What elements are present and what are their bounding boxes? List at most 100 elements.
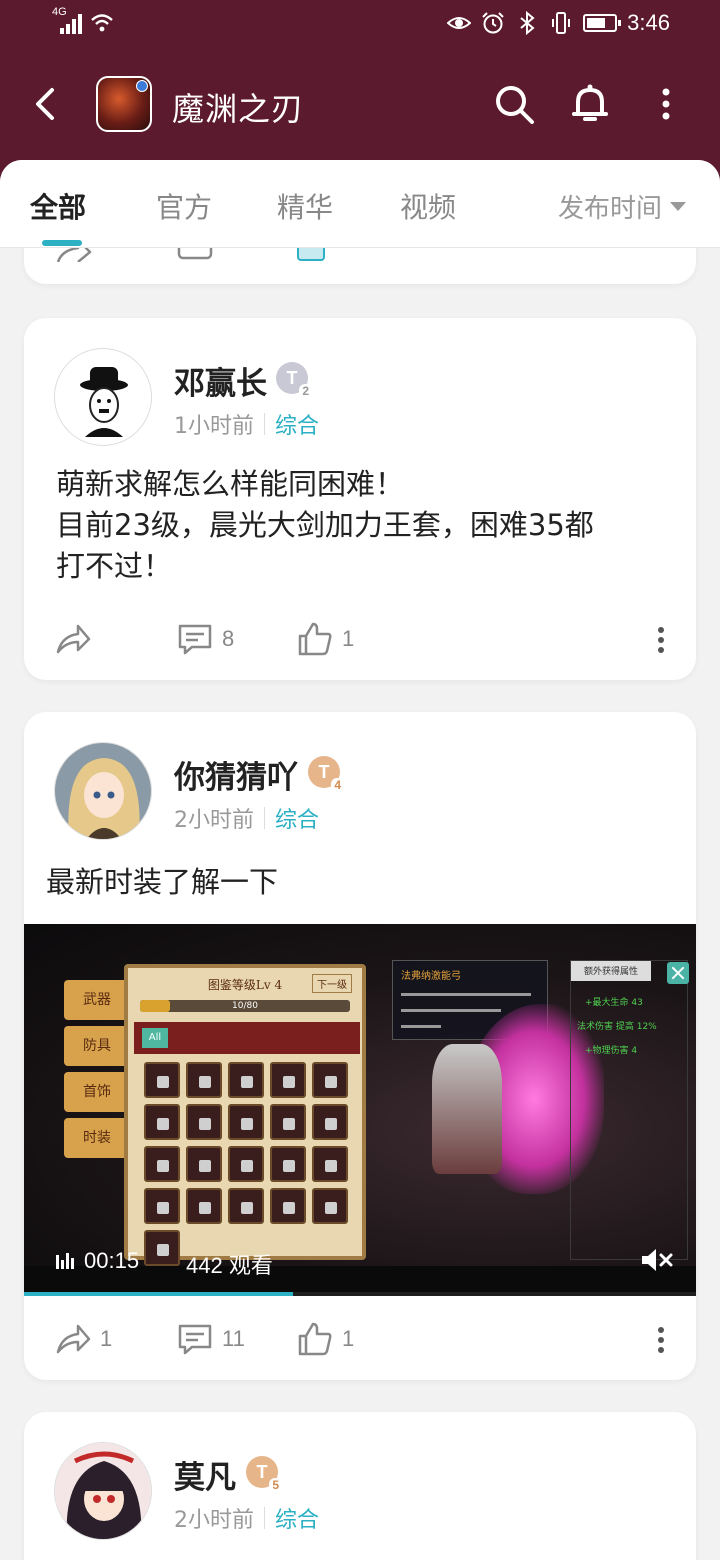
comment-count: 11 <box>222 1326 245 1351</box>
tab-all[interactable]: 全部 <box>30 186 86 226</box>
username[interactable]: 邓赢长 <box>174 358 267 403</box>
tab-official[interactable]: 官方 <box>156 186 212 226</box>
user-level-badge: T 5 <box>246 1456 282 1492</box>
video-duration: 00:15 <box>56 1248 139 1274</box>
game-tab-label: 时装 <box>64 1118 130 1158</box>
post-time: 1小时前 <box>174 414 254 439</box>
share-button[interactable]: 1 <box>54 1320 112 1358</box>
username[interactable]: 你猜猜吖 <box>174 752 298 797</box>
like-count: 1 <box>342 1326 355 1351</box>
comment-count: 8 <box>222 626 235 651</box>
game-close-icon <box>667 962 689 984</box>
tab-featured[interactable]: 精华 <box>277 186 333 226</box>
comment-button[interactable]: 8 <box>176 620 234 658</box>
badge-level: 4 <box>331 778 344 792</box>
like-count: 1 <box>342 626 355 651</box>
content-panel: 全部 官方 精华 视频 发布时间 邓赢长 T 2 1小时前 综合 萌新求解怎么样… <box>0 160 720 1560</box>
nav-bar: 魔渊之刃 <box>0 60 720 150</box>
username[interactable]: 莫凡 <box>174 1452 236 1497</box>
bluetooth-icon <box>520 11 535 35</box>
tab-video[interactable]: 视频 <box>400 186 456 226</box>
game-stat: +物理伤害 4 <box>585 1046 638 1056</box>
game-stats-title: 额外获得属性 <box>583 967 638 977</box>
sort-label: 发布时间 <box>557 194 662 224</box>
avatar[interactable] <box>54 1442 152 1540</box>
video-player[interactable]: 武器 防具 首饰 时装 图鉴等级Lv 4 下一级 10/80 All 法弗纳激能… <box>24 924 696 1296</box>
video-duration-text: 00:15 <box>84 1248 140 1273</box>
status-bar: 4G 3:46 <box>0 0 720 48</box>
game-tab-label: 武器 <box>64 980 130 1020</box>
post-meta: 2小时前 综合 <box>174 1502 319 1534</box>
post-card[interactable]: 莫凡 T 5 2小时前 综合 <box>24 1412 696 1560</box>
more-options-icon[interactable] <box>656 624 666 656</box>
video-views: 442 观看 <box>186 1253 273 1278</box>
search-icon[interactable] <box>492 82 536 126</box>
comment-button[interactable]: 11 <box>176 1320 245 1358</box>
video-thumbnail: 武器 防具 首饰 时装 图鉴等级Lv 4 下一级 10/80 All 法弗纳激能… <box>24 924 696 1266</box>
post-meta: 2小时前 综合 <box>174 802 319 834</box>
badge-level: 2 <box>299 384 312 398</box>
thumbs-up-icon <box>298 1322 332 1356</box>
game-tab-all: All <box>142 1028 168 1048</box>
like-button[interactable]: 1 <box>296 1320 354 1358</box>
game-stat: +最大生命 43 <box>585 998 643 1008</box>
thumbs-up-icon <box>298 622 332 656</box>
badge-level: 5 <box>269 1478 282 1492</box>
network-type-label: 4G <box>52 6 67 18</box>
badge-letter: T <box>318 762 330 782</box>
game-stat: 法术伤害 提高 12% <box>577 1022 657 1032</box>
game-next-button: 下一级 <box>312 974 352 993</box>
back-arrow-icon[interactable] <box>26 82 66 126</box>
game-popup-title: 法弗纳激能弓 <box>401 971 461 982</box>
video-progress-bar[interactable] <box>24 1292 696 1296</box>
eye-icon <box>447 17 472 29</box>
post-card[interactable]: 你猜猜吖 T 4 2小时前 综合 最新时装了解一下 武器 防具 首饰 时装 图鉴… <box>24 712 696 1380</box>
alarm-icon <box>482 12 504 34</box>
bell-icon[interactable] <box>568 82 612 126</box>
sort-dropdown[interactable]: 发布时间 <box>558 188 686 225</box>
app-icon[interactable] <box>96 76 152 132</box>
comment-icon <box>178 1324 212 1355</box>
post-category[interactable]: 综合 <box>275 408 319 440</box>
share-icon <box>56 1324 91 1354</box>
app-title: 魔渊之刃 <box>172 90 305 128</box>
post-category[interactable]: 综合 <box>275 1502 319 1534</box>
game-progress-text: 10/80 <box>232 1001 258 1011</box>
share-button[interactable] <box>54 620 100 658</box>
more-options-icon[interactable] <box>656 1324 666 1356</box>
comment-icon <box>178 624 212 655</box>
post-time: 2小时前 <box>174 808 254 833</box>
post-actions: 1 11 1 <box>24 1310 696 1370</box>
user-level-badge: T 2 <box>276 362 312 398</box>
badge-letter: T <box>256 1462 268 1482</box>
more-options-icon[interactable] <box>644 82 688 126</box>
post-meta: 1小时前 综合 <box>174 408 319 440</box>
share-count: 1 <box>100 1326 113 1351</box>
caret-down-icon <box>670 202 686 211</box>
post-card[interactable]: 邓赢长 T 2 1小时前 综合 萌新求解怎么样能同困难！ 目前23级，晨光大剑加… <box>24 318 696 680</box>
audio-bars-icon <box>56 1253 74 1269</box>
mute-icon[interactable] <box>640 1246 674 1274</box>
badge-letter: T <box>286 368 298 388</box>
vibrate-icon <box>552 12 571 34</box>
game-tab-label: 防具 <box>64 1026 130 1066</box>
game-codex-panel: 图鉴等级Lv 4 下一级 10/80 All <box>124 964 366 1266</box>
active-tab-indicator <box>42 240 82 246</box>
status-time: 3:46 <box>627 10 670 35</box>
post-text[interactable]: 萌新求解怎么样能同困难！ 目前23级，晨光大剑加力王套，困难35都 打不过！ <box>56 464 656 587</box>
game-stats-panel: 额外获得属性 +最大生命 43 法术伤害 提高 12% +物理伤害 4 <box>570 960 688 1260</box>
post-category[interactable]: 综合 <box>275 802 319 834</box>
user-level-badge: T 4 <box>308 756 344 792</box>
wifi-icon <box>91 14 113 32</box>
battery-icon <box>583 14 622 32</box>
like-button[interactable]: 1 <box>296 620 354 658</box>
share-icon <box>56 624 91 654</box>
post-actions: 8 1 <box>24 610 696 670</box>
game-tab-label: 首饰 <box>64 1072 130 1112</box>
cellular-signal-icon: 4G <box>52 6 82 34</box>
post-time: 2小时前 <box>174 1508 254 1533</box>
avatar[interactable] <box>54 742 152 840</box>
post-text[interactable]: 最新时装了解一下 <box>46 862 656 903</box>
avatar[interactable] <box>54 348 152 446</box>
tab-bar: 全部 官方 精华 视频 发布时间 <box>0 160 720 248</box>
